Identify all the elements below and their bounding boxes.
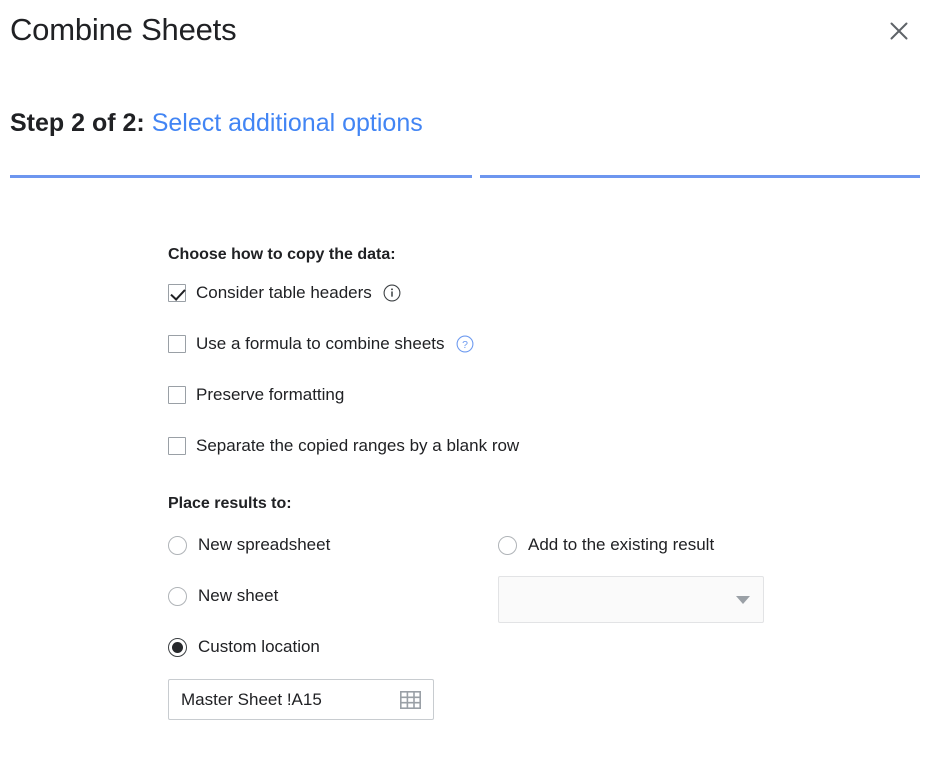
close-button[interactable] [880,12,918,50]
chevron-down-icon [736,595,750,604]
checkbox-row-separate-blank-row[interactable]: Separate the copied ranges by a blank ro… [168,435,908,457]
checkbox-use-formula[interactable] [168,335,186,353]
dialog-header: Combine Sheets [0,0,926,70]
step-heading: Step 2 of 2: Select additional options [10,106,423,140]
checkbox-row-consider-table-headers[interactable]: Consider table headers [168,282,908,304]
radio-add-to-existing-result[interactable] [498,535,517,555]
radio-label-new-sheet: New sheet [198,586,279,605]
progress-segment-1 [10,175,472,178]
custom-location-value: Master Sheet !A15 [181,689,322,709]
step-progress-bar [10,175,920,179]
svg-text:?: ? [462,339,468,351]
radio-row-new-spreadsheet[interactable]: New spreadsheet [168,534,498,556]
checkbox-consider-table-headers[interactable] [168,284,186,302]
radio-row-add-to-existing-result[interactable]: Add to the existing result [498,534,898,556]
existing-result-dropdown[interactable] [498,576,764,623]
checkbox-row-use-formula[interactable]: Use a formula to combine sheets ? [168,333,908,355]
radio-row-new-sheet[interactable]: New sheet [168,585,498,607]
radio-row-custom-location[interactable]: Custom location [168,636,498,658]
place-section-heading: Place results to: [168,495,292,512]
progress-segment-2 [480,175,920,178]
checkbox-label-consider-table-headers: Consider table headers [196,283,372,302]
page-title: Combine Sheets [10,12,237,47]
progress-segment-gap [472,175,480,179]
custom-location-input[interactable]: Master Sheet !A15 [168,679,434,720]
close-icon [888,20,910,42]
range-picker-icon[interactable] [400,690,421,709]
checkbox-label-preserve-formatting: Preserve formatting [196,385,345,404]
radio-new-sheet[interactable] [168,586,187,606]
place-results-right-column: Add to the existing result [498,534,898,623]
checkbox-label-separate-blank-row: Separate the copied ranges by a blank ro… [196,436,520,455]
step-subtitle: Select additional options [151,109,423,137]
options-panel: Choose how to copy the data: Consider ta… [168,244,908,734]
checkbox-preserve-formatting[interactable] [168,386,186,404]
checkbox-separate-blank-row[interactable] [168,437,186,455]
radio-label-custom-location: Custom location [198,637,320,656]
step-counter: Step 2 of 2: [10,109,145,137]
info-icon[interactable] [383,284,401,302]
help-icon[interactable]: ? [456,335,474,353]
copy-section-heading: Choose how to copy the data: [168,246,396,263]
radio-custom-location[interactable] [168,637,187,657]
checkbox-row-preserve-formatting[interactable]: Preserve formatting [168,384,908,406]
radio-new-spreadsheet[interactable] [168,535,187,555]
place-results-left-column: New spreadsheet New sheet Custom locatio… [168,534,498,720]
place-results-group: New spreadsheet New sheet Custom locatio… [168,534,908,734]
radio-label-add-to-existing-result: Add to the existing result [528,535,715,554]
radio-label-new-spreadsheet: New spreadsheet [198,535,331,554]
checkbox-label-use-formula: Use a formula to combine sheets [196,334,445,353]
